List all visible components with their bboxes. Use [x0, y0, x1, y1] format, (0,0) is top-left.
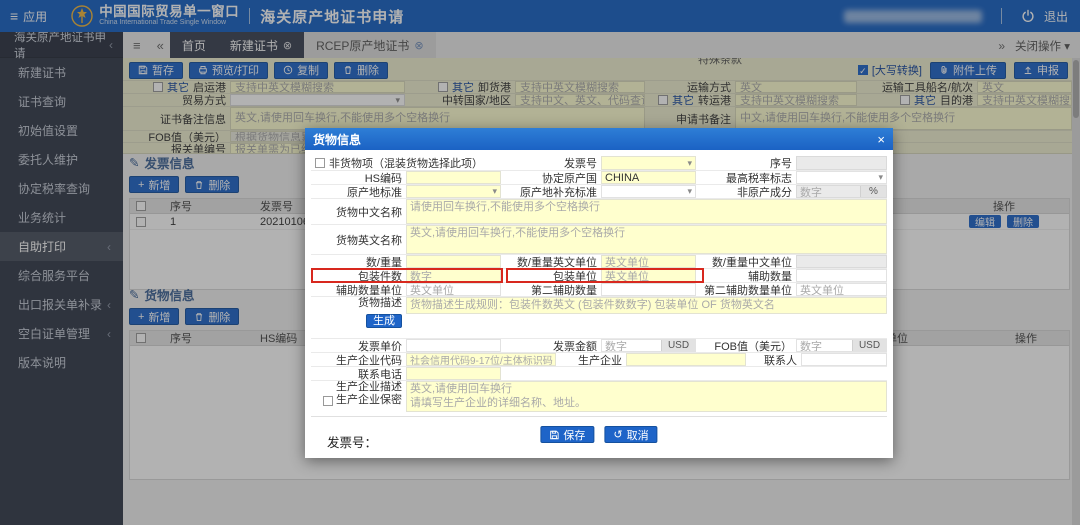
producer-input[interactable]	[626, 353, 746, 366]
app-window: ≡ 应用 中国国际贸易单一窗口 China International Trad…	[0, 0, 1080, 525]
modal-header: 货物信息 ×	[305, 128, 893, 150]
fob-value-label: FOB值（美元）	[696, 339, 796, 352]
qty-en-unit-label: 数/重量英文单位	[501, 255, 601, 268]
origin-country-label: 协定原产国	[501, 171, 601, 184]
usd-suffix: USD	[661, 340, 695, 351]
fob-value-input[interactable]: 数字 USD	[796, 339, 887, 352]
chevron-down-icon: ▾	[687, 158, 692, 169]
non-goods-checkbox[interactable]	[315, 158, 325, 168]
origin-standard-label: 原产地标准	[311, 185, 406, 198]
close-icon[interactable]: ×	[877, 132, 885, 147]
phone-input[interactable]	[406, 367, 501, 380]
percent-suffix: %	[860, 186, 886, 197]
aux-qty-input[interactable]	[796, 269, 887, 282]
non-origin-input[interactable]: 数字 %	[796, 185, 887, 198]
undo-icon: ↺	[613, 428, 622, 441]
pkg-count-input[interactable]: 数字	[406, 269, 501, 282]
aux-unit-input[interactable]: 英文单位	[406, 283, 501, 296]
pkg-count-label: 包装件数	[311, 269, 406, 282]
generate-button[interactable]: 生成	[366, 314, 402, 328]
chevron-down-icon: ▾	[687, 186, 692, 197]
hs-code-input[interactable]	[406, 171, 501, 184]
producer-code-input[interactable]: 社会信用代码9-17位/主体标识码	[406, 353, 556, 366]
usd-suffix: USD	[852, 340, 886, 351]
goods-desc-label: 货物描述	[358, 297, 402, 310]
goods-en-name-label: 货物英文名称	[311, 225, 406, 254]
aux2-qty-input[interactable]	[601, 283, 696, 296]
max-tariff-select[interactable]: ▾	[796, 171, 887, 184]
hs-code-label: HS编码	[311, 171, 406, 184]
origin-sup-standard-label: 原产地补充标准	[501, 185, 601, 198]
origin-country-input[interactable]: CHINA	[601, 171, 696, 184]
producer-label: 生产企业	[556, 353, 626, 366]
goods-en-name-textarea[interactable]: 英文,请使用回车换行,不能使用多个空格换行	[406, 225, 887, 254]
producer-secret-checkbox[interactable]	[323, 396, 333, 406]
goods-cn-name-textarea[interactable]: 请使用回车换行,不能使用多个空格换行	[406, 199, 887, 224]
origin-sup-standard-select[interactable]: ▾	[601, 185, 696, 198]
invoice-no-select[interactable]: ▾	[601, 156, 696, 170]
contact-label: 联系人	[746, 353, 801, 366]
pkg-unit-label: 包装单位	[501, 269, 601, 282]
producer-desc-textarea[interactable]: 英文,请使用回车换行 请填写生产企业的详细名称、地址。	[406, 381, 887, 412]
qty-cn-unit-input[interactable]	[796, 255, 887, 268]
non-goods-label: 非货物项（混装货物选择此项）	[329, 155, 483, 171]
producer-code-label: 生产企业代码	[311, 353, 406, 366]
phone-label: 联系电话	[311, 367, 406, 380]
producer-secret-label: 生产企业保密	[336, 394, 402, 407]
goods-cn-name-label: 货物中文名称	[311, 199, 406, 224]
aux2-unit-input[interactable]: 英文单位	[796, 283, 887, 296]
contact-input[interactable]	[801, 353, 887, 366]
qty-label: 数/重量	[311, 255, 406, 268]
aux-qty-label: 辅助数量	[696, 269, 796, 282]
modal-title: 货物信息	[313, 131, 361, 148]
unit-price-label: 发票单价	[311, 339, 406, 352]
goods-desc-textarea[interactable]: 货物描述生成规则：包装件数英文 (包装件数数字) 包装单位 OF 货物英文名	[406, 297, 887, 314]
floppy-icon	[549, 430, 559, 440]
modal-save-button[interactable]: 保存	[540, 426, 594, 443]
aux2-unit-label: 第二辅助数量单位	[696, 283, 796, 296]
invoice-no-label: 发票号	[501, 156, 601, 170]
aux-unit-label: 辅助数量单位	[311, 283, 406, 296]
seq-label: 序号	[696, 156, 796, 170]
chevron-down-icon: ▾	[878, 172, 883, 183]
invoice-amount-label: 发票金额	[501, 339, 601, 352]
qty-cn-unit-label: 数/重量中文单位	[696, 255, 796, 268]
aux2-qty-label: 第二辅助数量	[501, 283, 601, 296]
unit-price-input[interactable]	[406, 339, 501, 352]
pkg-unit-input[interactable]: 英文单位	[601, 269, 696, 282]
invoice-amount-input[interactable]: 数字 USD	[601, 339, 696, 352]
modal-cancel-button[interactable]: ↺ 取消	[604, 426, 657, 443]
max-tariff-label: 最高税率标志	[696, 171, 796, 184]
seq-input[interactable]	[796, 156, 887, 170]
producer-desc-label: 生产企业描述	[336, 381, 402, 394]
qty-en-unit-input[interactable]: 英文单位	[601, 255, 696, 268]
goods-info-modal: 货物信息 × 非货物项（混装货物选择此项） 发票号 ▾ 序号 HS编码 协定原产…	[305, 128, 893, 458]
origin-standard-select[interactable]: ▾	[406, 185, 501, 198]
chevron-down-icon: ▾	[492, 186, 497, 197]
qty-input[interactable]	[406, 255, 501, 268]
footer-invoice-no-label: 发票号：	[327, 432, 377, 451]
modal-footer: 发票号： 保存 ↺ 取消	[311, 417, 887, 465]
non-origin-label: 非原产成分	[696, 185, 796, 198]
